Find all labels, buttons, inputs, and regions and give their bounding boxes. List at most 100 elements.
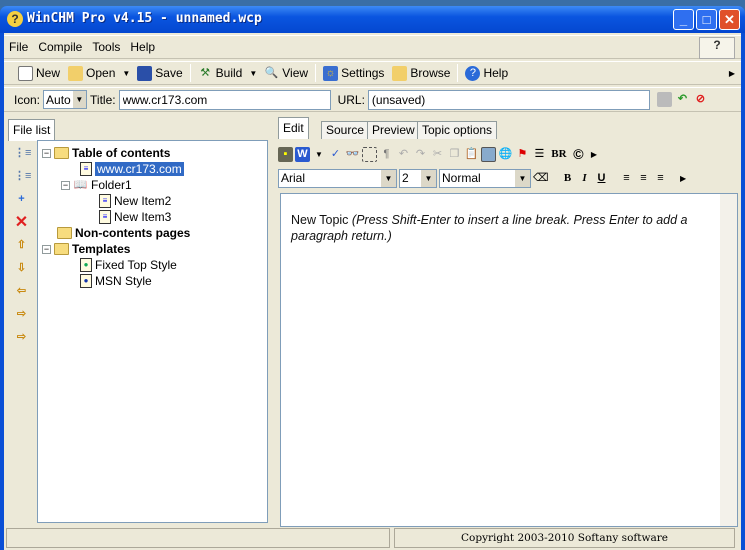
insert-image-icon[interactable] <box>480 146 496 162</box>
vertical-scrollbar[interactable] <box>720 194 737 526</box>
underline-icon[interactable]: U <box>594 171 609 186</box>
align-left-icon[interactable]: ≡ <box>619 171 634 186</box>
expand-tree-icon[interactable]: ⋮≡ <box>14 146 31 161</box>
tree-node-template[interactable]: ● MSN Style <box>80 273 152 289</box>
format-toolbar: Arial ▼ 2 ▼ Normal ▼ ⌫ B I U ≡ ≡ ≡ ▶ <box>278 167 689 189</box>
folder-icon <box>57 227 72 239</box>
size-select[interactable]: 2 ▼ <box>399 168 437 188</box>
node-label: www.cr173.com <box>95 162 184 176</box>
insert-icon[interactable]: ⇨ <box>14 330 29 345</box>
maximize-button[interactable]: □ <box>696 9 717 30</box>
build-dropdown-icon[interactable]: ▼ <box>249 69 257 78</box>
collapse-icon[interactable]: − <box>42 244 51 254</box>
tree-node-templates[interactable]: − Templates <box>42 241 130 257</box>
chevron-down-icon[interactable]: ▼ <box>421 169 436 187</box>
separator <box>315 64 317 82</box>
collapse-icon[interactable]: − <box>61 180 70 190</box>
font-select[interactable]: Arial ▼ <box>278 168 397 188</box>
tree-node-item1[interactable]: ≡ www.cr173.com <box>80 161 184 177</box>
tab-label: Source <box>326 123 365 137</box>
browse-button[interactable]: Browse <box>388 63 454 83</box>
help-button[interactable]: ? Help <box>461 63 512 83</box>
menu-file[interactable]: File <box>4 40 33 54</box>
tab-source[interactable]: Source <box>321 121 370 139</box>
toolbar-overflow-icon[interactable]: ▶ <box>729 69 735 78</box>
app-window: ? WinCHM Pro v4.15 - unnamed.wcp _ □ ✕ F… <box>0 6 745 550</box>
bold-icon[interactable]: B <box>560 171 575 186</box>
bookmark-flag-icon[interactable]: ⚑ <box>515 147 530 162</box>
show-borders-icon[interactable] <box>361 146 377 162</box>
cut-icon[interactable]: ✂ <box>430 147 445 162</box>
move-down-icon[interactable]: ⇩ <box>14 261 29 276</box>
horizontal-rule-icon[interactable]: ☰ <box>532 147 547 162</box>
menu-tools[interactable]: Tools <box>87 40 125 54</box>
window-title: WinCHM Pro v4.15 - unnamed.wcp <box>27 11 262 26</box>
delete-icon[interactable]: ✕ <box>14 215 29 231</box>
tree-node-folder1[interactable]: − 📖 Folder1 <box>61 177 132 193</box>
collapse-tree-icon[interactable]: ⋮≡ <box>14 169 31 184</box>
copyright-icon[interactable]: © <box>571 146 586 162</box>
menu-bar: File Compile Tools Help ? <box>4 35 741 59</box>
move-right-icon[interactable]: ⇨ <box>14 307 29 322</box>
spellcheck-icon[interactable]: ✓ <box>328 147 343 162</box>
find-icon[interactable]: 👓 <box>345 147 360 162</box>
toolbar-overflow-icon[interactable]: ▶ <box>591 150 597 159</box>
tab-topic-options[interactable]: Topic options <box>417 121 498 139</box>
green-arrow-icon[interactable]: ↶ <box>675 92 690 107</box>
move-up-icon[interactable]: ⇧ <box>14 238 29 253</box>
page-icon: ≡ <box>99 210 111 224</box>
node-label: New Item3 <box>114 210 172 224</box>
eraser-icon[interactable]: ⌫ <box>533 171 549 186</box>
view-button[interactable]: 🔍 View <box>260 63 312 83</box>
paste-icon[interactable]: 📋 <box>464 147 479 162</box>
tab-edit[interactable]: Edit <box>278 117 309 139</box>
chevron-down-icon[interactable]: ▼ <box>515 169 530 187</box>
help-book-icon[interactable]: ? <box>699 37 735 59</box>
copy-icon[interactable]: ❐ <box>447 147 462 162</box>
move-left-icon[interactable]: ⇦ <box>14 284 29 299</box>
menu-help[interactable]: Help <box>125 40 160 54</box>
open-dropdown-icon[interactable]: ▼ <box>122 69 130 78</box>
open-folder-icon <box>68 65 84 81</box>
browse-label: Browse <box>410 66 451 80</box>
build-button[interactable]: ⚒ Build <box>194 63 247 83</box>
page-icon[interactable] <box>656 92 672 107</box>
chevron-down-icon[interactable]: ▼ <box>72 91 87 108</box>
italic-icon[interactable]: I <box>577 171 592 186</box>
align-right-icon[interactable]: ≡ <box>653 171 668 186</box>
close-button[interactable]: ✕ <box>719 9 740 30</box>
title-input[interactable] <box>118 89 331 110</box>
open-button[interactable]: Open <box>64 63 119 83</box>
settings-button[interactable]: ☼ Settings <box>319 63 388 83</box>
tab-preview[interactable]: Preview <box>367 121 420 139</box>
word-dropdown-icon[interactable]: ▼ <box>315 150 323 159</box>
hyperlink-icon[interactable]: 🌐 <box>498 147 513 162</box>
word-icon[interactable]: W <box>295 146 310 162</box>
tree-node-toc[interactable]: − Table of contents <box>42 145 170 161</box>
line-break-button[interactable]: BR <box>549 147 569 162</box>
icon-select[interactable]: Auto ▼ <box>43 90 88 109</box>
undo-icon[interactable]: ↶ <box>396 147 411 162</box>
redo-icon[interactable]: ↷ <box>413 147 428 162</box>
toolbar-overflow-icon[interactable]: ▶ <box>680 174 686 183</box>
chevron-down-icon[interactable]: ▼ <box>381 169 396 187</box>
minimize-button[interactable]: _ <box>673 9 694 30</box>
save-icon[interactable]: ▪ <box>278 146 293 162</box>
style-select[interactable]: Normal ▼ <box>439 168 531 188</box>
url-input[interactable] <box>367 89 650 110</box>
tab-file-list[interactable]: File list <box>8 119 56 141</box>
editor-content[interactable]: New Topic (Press Shift-Enter to insert a… <box>280 193 738 527</box>
menu-compile[interactable]: Compile <box>33 40 87 54</box>
add-icon[interactable]: + <box>14 192 29 207</box>
tree-node-template[interactable]: ● Fixed Top Style <box>80 257 177 273</box>
collapse-icon[interactable]: − <box>42 148 51 158</box>
tree-node-item3[interactable]: ≡ New Item3 <box>99 209 171 225</box>
paragraph-icon[interactable]: ¶ <box>379 147 394 162</box>
align-center-icon[interactable]: ≡ <box>636 171 651 186</box>
clear-icon[interactable]: ⊘ <box>693 92 708 107</box>
tree-node-item2[interactable]: ≡ New Item2 <box>99 193 171 209</box>
new-file-icon <box>18 65 33 81</box>
save-button[interactable]: Save <box>133 63 186 83</box>
new-button[interactable]: New <box>14 63 64 83</box>
tree-node-noncontents[interactable]: Non-contents pages <box>57 225 190 241</box>
